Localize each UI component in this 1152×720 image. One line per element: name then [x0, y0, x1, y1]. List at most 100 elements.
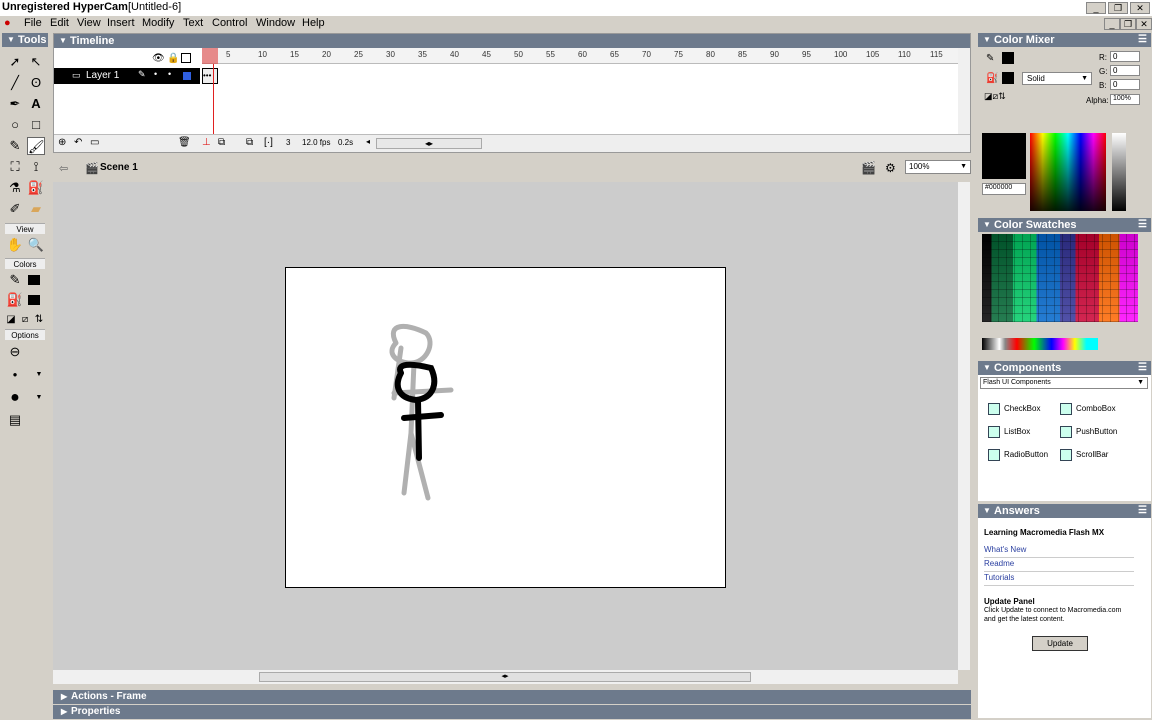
b-input[interactable]: 0	[1110, 79, 1140, 90]
onion-skin-icon[interactable]: ⧉	[218, 137, 225, 148]
insert-layer-icon[interactable]: ⊕	[58, 137, 66, 148]
swap-colors-icon[interactable]: ⇅	[30, 311, 48, 329]
timeline-vscroll[interactable]	[958, 48, 970, 134]
fill-color-icon[interactable]: ⛽	[6, 291, 24, 309]
answers-header[interactable]: ▼ Answers ☰	[978, 504, 1151, 518]
edit-symbol-icon[interactable]: ⚙	[885, 161, 896, 175]
alpha-input[interactable]: 100%	[1110, 94, 1140, 105]
component-checkbox[interactable]: CheckBox	[988, 403, 1040, 415]
whats-new-link[interactable]: What's New	[984, 545, 1026, 554]
fill-type-select[interactable]: Solid ▼	[1022, 72, 1092, 85]
update-button[interactable]: Update	[1032, 636, 1088, 651]
stage-vscroll[interactable]	[958, 182, 970, 670]
insert-folder-icon[interactable]: ▭	[90, 137, 99, 148]
zoom-tool-icon[interactable]: 🔍	[27, 236, 45, 254]
rectangle-tool-icon[interactable]: □	[27, 116, 45, 134]
actions-panel-header[interactable]: ▶ Actions - Frame	[53, 690, 971, 704]
g-input[interactable]: 0	[1110, 65, 1140, 76]
r-input[interactable]: 0	[1110, 51, 1140, 62]
color-mixer-header[interactable]: ▼ Color Mixer ☰	[978, 33, 1151, 47]
mixer-stroke-swatch[interactable]	[1002, 52, 1014, 64]
subselect-tool-icon[interactable]: ↖	[27, 53, 45, 71]
hand-tool-icon[interactable]: ✋	[6, 236, 24, 254]
stage-canvas[interactable]	[285, 267, 726, 588]
menu-help[interactable]: Help	[302, 17, 325, 29]
doc-restore-button[interactable]: ❐	[1120, 18, 1136, 30]
brush-tool-icon[interactable]: 🖌	[27, 137, 45, 155]
stage-hscroll[interactable]: ◂▸	[53, 670, 958, 684]
fill-transform-tool-icon[interactable]: ⟟	[27, 158, 45, 176]
center-frame-icon[interactable]: ⊥	[202, 137, 211, 148]
maximize-button[interactable]: ❐	[1108, 2, 1128, 14]
tutorials-link[interactable]: Tutorials	[984, 573, 1014, 582]
menu-view[interactable]: View	[77, 17, 101, 29]
menu-window[interactable]: Window	[256, 17, 295, 29]
delete-layer-icon[interactable]: 🗑	[178, 137, 191, 148]
layer-name[interactable]: Layer 1	[86, 70, 119, 81]
scene-name[interactable]: Scene 1	[100, 162, 138, 173]
menu-file[interactable]: File	[24, 17, 42, 29]
brush-size-dropdown-icon[interactable]: ▼	[30, 366, 48, 384]
stroke-color-icon[interactable]: ✎	[6, 271, 24, 289]
line-tool-icon[interactable]: ╱	[6, 74, 24, 92]
text-tool-icon[interactable]: A	[27, 95, 45, 113]
ink-bottle-tool-icon[interactable]: ⚗	[6, 179, 24, 197]
component-pushbutton[interactable]: PushButton	[1060, 426, 1117, 438]
stage-hscroll-thumb[interactable]: ◂▸	[259, 672, 751, 682]
close-button[interactable]: ✕	[1130, 2, 1150, 14]
timeline-header[interactable]: ▼ Timeline	[54, 34, 970, 48]
pen-tool-icon[interactable]: ✒	[6, 95, 24, 113]
layer-row[interactable]: ▭ Layer 1 ✎ • •	[54, 68, 200, 84]
menu-edit[interactable]: Edit	[50, 17, 69, 29]
lasso-tool-icon[interactable]: ʘ	[27, 74, 45, 92]
lock-fill-icon[interactable]: ▤	[6, 411, 24, 429]
stroke-pencil-icon[interactable]: ✎	[986, 53, 994, 64]
menu-text[interactable]: Text	[183, 17, 203, 29]
brush-shape-dropdown-icon[interactable]: ▼	[30, 389, 48, 407]
onion-markers-icon[interactable]: [·]	[264, 137, 273, 148]
eyedropper-tool-icon[interactable]: ✐	[6, 200, 24, 218]
collapse-arrow-icon[interactable]: ▼	[7, 33, 15, 47]
lock-icon[interactable]: 🔒	[167, 53, 179, 64]
add-guide-layer-icon[interactable]: ↶	[74, 137, 82, 148]
menu-control[interactable]: Control	[212, 17, 247, 29]
oval-tool-icon[interactable]: ○	[6, 116, 24, 134]
menu-insert[interactable]: Insert	[107, 17, 135, 29]
component-combobox[interactable]: ComboBox	[1060, 403, 1116, 415]
visible-dot-icon[interactable]: •	[154, 69, 157, 79]
mixer-fill-swatch[interactable]	[1002, 72, 1014, 84]
component-set-select[interactable]: Flash UI Components ▼	[980, 377, 1148, 389]
free-transform-tool-icon[interactable]: ⛶	[6, 158, 24, 176]
component-listbox[interactable]: ListBox	[988, 426, 1030, 438]
default-colors-icon[interactable]: ◪⧄⇅	[984, 91, 1006, 102]
back-arrow-icon[interactable]: ⇦	[59, 162, 68, 175]
layer-color-icon[interactable]	[183, 72, 191, 80]
color-swatches-header[interactable]: ▼ Color Swatches ☰	[978, 218, 1151, 232]
brush-mode-icon[interactable]: ⊖	[6, 343, 24, 361]
component-radiobutton[interactable]: RadioButton	[988, 449, 1048, 461]
timeline-hscroll-thumb[interactable]: ◂▸	[376, 138, 482, 149]
brush-size-icon[interactable]: ●	[6, 366, 24, 384]
fill-bucket-icon[interactable]: ⛽	[986, 73, 998, 84]
gradient-swatches[interactable]	[982, 338, 1098, 350]
components-header[interactable]: ▼ Components ☰	[978, 361, 1151, 375]
color-spectrum[interactable]	[1030, 133, 1106, 211]
properties-panel-header[interactable]: ▶ Properties	[53, 705, 971, 719]
outline-icon[interactable]	[181, 53, 191, 63]
keyframes[interactable]: •••	[202, 68, 218, 84]
playhead[interactable]	[202, 48, 218, 64]
eye-icon[interactable]: 👁	[152, 53, 165, 64]
scroll-left-icon[interactable]: ◂	[366, 137, 370, 146]
hex-input[interactable]: #000000	[982, 183, 1026, 195]
menu-modify[interactable]: Modify	[142, 17, 174, 29]
edit-scene-icon[interactable]: 🎬	[861, 161, 876, 175]
readme-link[interactable]: Readme	[984, 559, 1014, 568]
swatch-grid[interactable]	[982, 234, 1138, 322]
doc-close-button[interactable]: ✕	[1136, 18, 1152, 30]
component-scrollbar[interactable]: ScrollBar	[1060, 449, 1108, 461]
fill-color-swatch[interactable]	[28, 295, 40, 305]
doc-minimize-button[interactable]: _	[1104, 18, 1120, 30]
eraser-tool-icon[interactable]: ▰	[27, 200, 45, 218]
brush-shape-icon[interactable]: ●	[6, 389, 24, 407]
paint-bucket-tool-icon[interactable]: ⛽	[27, 179, 45, 197]
